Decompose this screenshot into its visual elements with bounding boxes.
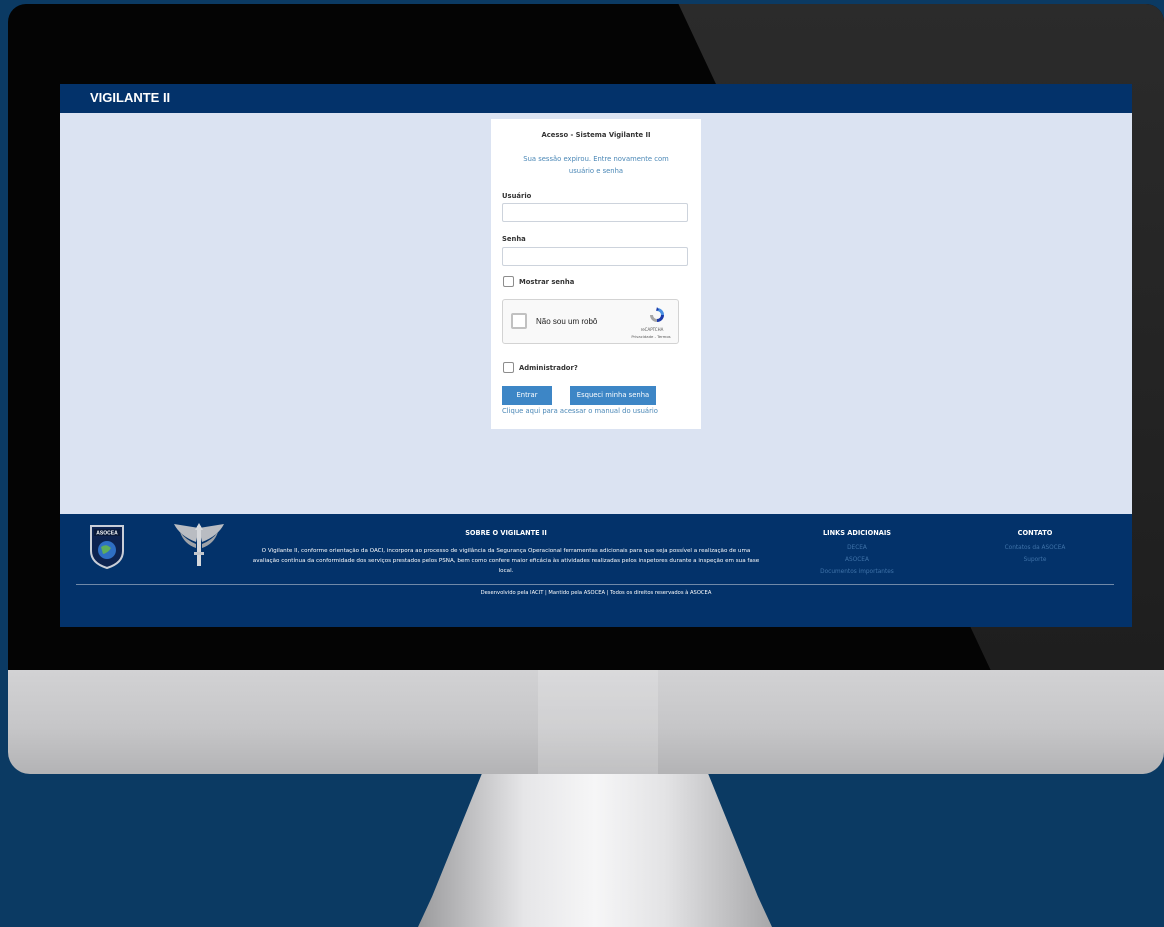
link-important-documents[interactable]: Documentos importantes bbox=[802, 569, 912, 575]
asocea-logo-text: ASOCEA bbox=[96, 531, 118, 537]
monitor-stand bbox=[418, 774, 772, 927]
asocea-logo-icon: ASOCEA bbox=[90, 525, 124, 569]
password-label: Senha bbox=[502, 235, 526, 243]
login-card: Acesso - Sistema Vigilante II Sua sessão… bbox=[491, 119, 701, 429]
footer-divider bbox=[76, 584, 1114, 585]
login-title: Acesso - Sistema Vigilante II bbox=[541, 131, 651, 139]
recaptcha-links[interactable]: Privacidade - Termos bbox=[623, 334, 679, 339]
links-heading: LINKS ADICIONAIS bbox=[822, 529, 892, 537]
air-force-wings-icon bbox=[174, 523, 224, 566]
footer-credits: Desenvolvido pela IACIT | Mantido pela A… bbox=[480, 590, 712, 596]
admin-checkbox[interactable] bbox=[503, 362, 514, 373]
recaptcha-brand: reCAPTCHA bbox=[640, 327, 664, 332]
link-decea[interactable]: DECEA bbox=[802, 545, 912, 551]
login-button[interactable]: Entrar bbox=[502, 386, 552, 405]
app-title: VIGILANTE II bbox=[90, 90, 171, 105]
recaptcha-icon bbox=[650, 307, 664, 322]
about-text: O Vigilante II, conforme orientação da O… bbox=[252, 548, 760, 574]
user-manual-link[interactable]: Clique aqui para acessar o manual do usu… bbox=[502, 407, 658, 415]
show-password-checkbox[interactable] bbox=[503, 276, 514, 287]
username-input[interactable] bbox=[502, 203, 688, 222]
link-asocea[interactable]: ASOCEA bbox=[802, 557, 912, 563]
recaptcha-label[interactable]: Não sou um robô bbox=[536, 317, 597, 326]
recaptcha-checkbox[interactable] bbox=[511, 313, 527, 329]
monitor-chin bbox=[8, 670, 1164, 774]
app-screen: VIGILANTE II Acesso - Sistema Vigilante … bbox=[60, 84, 1132, 627]
about-heading: SOBRE O VIGILANTE II bbox=[465, 529, 547, 537]
monitor-chin-highlight bbox=[538, 670, 658, 774]
link-support[interactable]: Suporte bbox=[990, 557, 1080, 563]
contact-heading: CONTATO bbox=[1017, 529, 1053, 537]
password-input[interactable] bbox=[502, 247, 688, 266]
admin-label[interactable]: Administrador? bbox=[519, 364, 578, 372]
username-label: Usuário bbox=[502, 192, 532, 200]
forgot-password-button[interactable]: Esqueci minha senha bbox=[570, 386, 656, 405]
app-header: VIGILANTE II bbox=[60, 84, 1132, 113]
show-password-label[interactable]: Mostrar senha bbox=[519, 278, 574, 286]
footer: ASOCEA SOBRE O VIGILANTE II O Vigilante … bbox=[60, 514, 1132, 627]
link-asocea-contacts[interactable]: Contatos da ASOCEA bbox=[990, 545, 1080, 551]
recaptcha-widget: Não sou um robô reCAPTCHA Privacidade - … bbox=[502, 299, 679, 344]
session-expired-message: Sua sessão expirou. Entre novamente com … bbox=[523, 155, 669, 175]
monitor-frame: VIGILANTE II Acesso - Sistema Vigilante … bbox=[8, 4, 1164, 670]
